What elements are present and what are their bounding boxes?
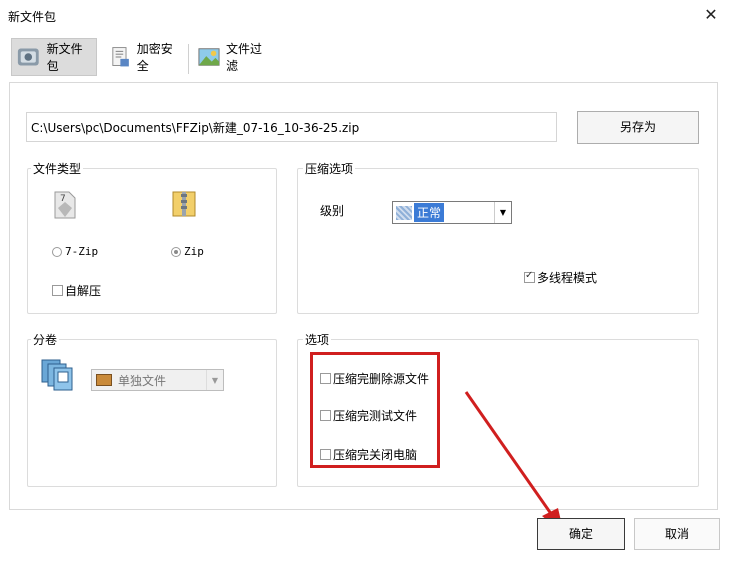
checkbox-icon xyxy=(52,285,63,296)
options-label: 选项 xyxy=(303,331,332,348)
split-volumes-icon xyxy=(41,359,73,391)
single-file-icon xyxy=(96,374,112,386)
split-value: 单独文件 xyxy=(118,373,167,388)
annotation-arrow xyxy=(464,391,564,534)
tab-encryption[interactable]: 加密安全 xyxy=(106,38,186,76)
zip-format-icon xyxy=(172,191,196,217)
tab-label: 新文件包 xyxy=(46,42,83,73)
checkbox-label: 压缩完测试文件 xyxy=(333,409,418,423)
new-package-icon xyxy=(17,48,39,66)
checkbox-label: 自解压 xyxy=(65,284,102,298)
save-as-button[interactable]: 另存为 xyxy=(577,111,699,144)
window-title: 新文件包 xyxy=(8,10,57,24)
radio-selected-icon xyxy=(171,246,181,257)
format-zip-radio[interactable]: Zip xyxy=(171,245,204,258)
tab-label: 加密安全 xyxy=(136,42,173,73)
chevron-down-icon: ▼ xyxy=(206,370,223,390)
tab-filter[interactable]: 文件过滤 xyxy=(194,38,274,76)
cancel-button[interactable]: 取消 xyxy=(634,518,720,550)
checkbox-label: 压缩完关闭电脑 xyxy=(333,448,418,462)
file-type-label: 文件类型 xyxy=(31,160,84,177)
split-size-select[interactable]: 单独文件 ▼ xyxy=(91,369,224,391)
test-file-checkbox[interactable]: 压缩完测试文件 xyxy=(320,407,417,424)
checkbox-icon xyxy=(320,410,331,421)
shutdown-checkbox[interactable]: 压缩完关闭电脑 xyxy=(320,446,417,463)
split-label: 分卷 xyxy=(31,331,60,348)
7zip-format-icon: 7 xyxy=(54,191,76,219)
chevron-down-icon: ▼ xyxy=(494,202,511,223)
radio-label: 7-Zip xyxy=(65,245,99,258)
output-path-field[interactable]: C:\Users\pc\Documents\FFZip\新建_07-16_10-… xyxy=(26,112,557,142)
compress-options-group xyxy=(297,168,699,314)
level-label: 级别 xyxy=(320,204,345,218)
close-icon[interactable]: ✕ xyxy=(700,4,722,26)
radio-label: Zip xyxy=(184,245,204,258)
checkbox-label: 压缩完删除源文件 xyxy=(333,372,430,386)
multithread-checkbox[interactable]: 多线程模式 xyxy=(524,269,597,286)
title-bar xyxy=(0,0,729,32)
radio-icon xyxy=(52,246,62,257)
self-extract-checkbox[interactable]: 自解压 xyxy=(52,282,101,299)
encryption-icon xyxy=(112,47,129,67)
checkbox-icon xyxy=(320,449,331,460)
level-value: 正常 xyxy=(414,203,445,222)
tab-divider xyxy=(188,44,189,74)
tab-new-package[interactable]: 新文件包 xyxy=(11,38,97,76)
compression-level-select[interactable]: 正常 ▼ xyxy=(392,201,512,224)
level-icon xyxy=(396,205,412,220)
ok-button[interactable]: 确定 xyxy=(537,518,625,550)
filter-icon xyxy=(198,48,220,66)
compress-options-label: 压缩选项 xyxy=(303,160,356,177)
tab-label: 文件过滤 xyxy=(226,42,263,73)
svg-text:7: 7 xyxy=(60,194,66,204)
delete-source-checkbox[interactable]: 压缩完删除源文件 xyxy=(320,370,429,387)
checkbox-label: 多线程模式 xyxy=(537,271,598,285)
format-7zip-radio[interactable]: 7-Zip xyxy=(52,245,98,258)
checkbox-icon xyxy=(320,373,331,384)
checkbox-checked-icon xyxy=(524,270,535,283)
